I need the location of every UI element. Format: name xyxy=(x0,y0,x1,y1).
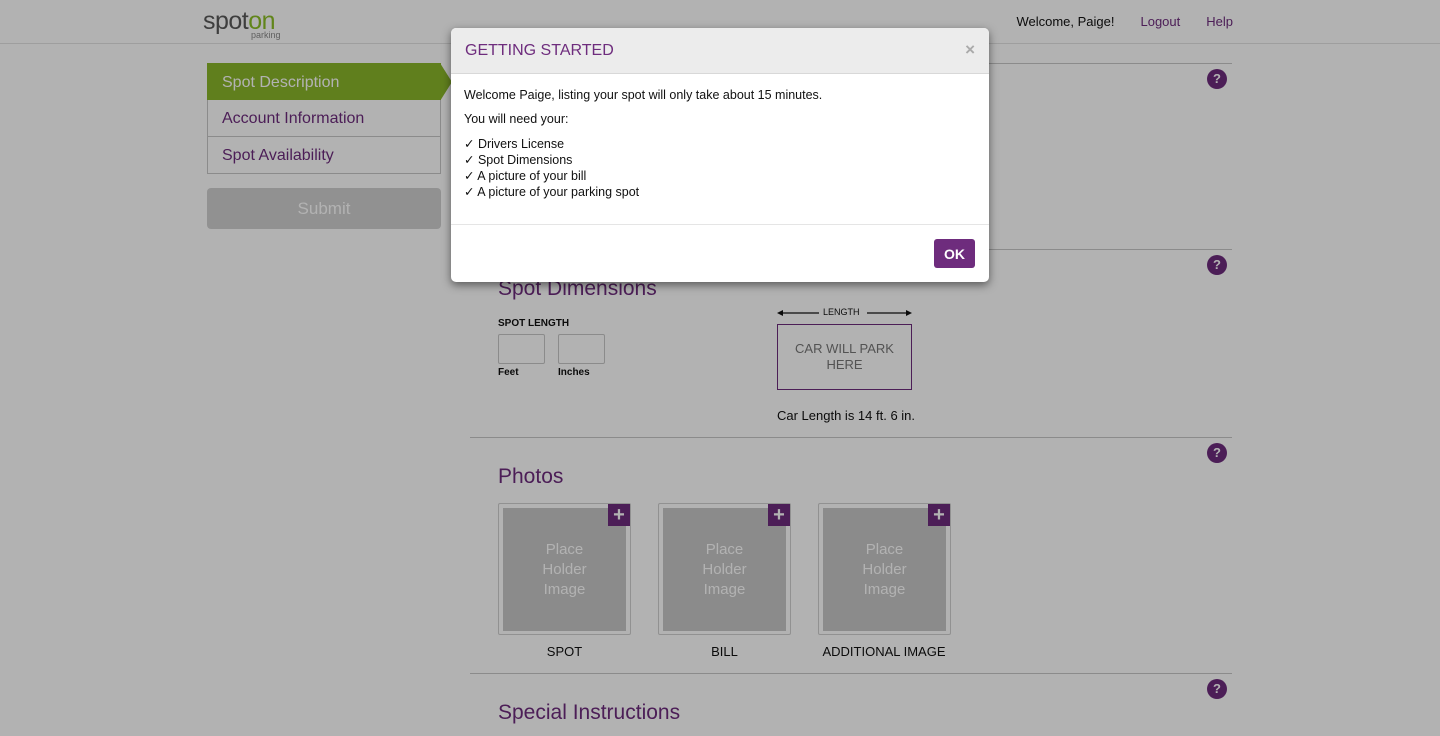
getting-started-modal: GETTING STARTED × Welcome Paige, listing… xyxy=(451,28,989,282)
modal-header: GETTING STARTED × xyxy=(451,28,989,74)
checklist-item: ✓ A picture of your parking spot xyxy=(464,185,640,199)
modal-intro: Welcome Paige, listing your spot will on… xyxy=(464,88,823,102)
modal-body: Welcome Paige, listing your spot will on… xyxy=(451,74,989,225)
modal-title: GETTING STARTED xyxy=(465,42,614,59)
checklist-item: ✓ Spot Dimensions xyxy=(464,153,573,167)
close-icon[interactable]: × xyxy=(965,40,975,60)
checklist-item: ✓ A picture of your bill xyxy=(464,169,587,183)
requirements-checklist: ✓ Drivers License ✓ Spot Dimensions ✓ A … xyxy=(464,136,976,200)
ok-button[interactable]: OK xyxy=(934,239,975,268)
modal-footer: OK xyxy=(451,225,989,282)
checklist-item: ✓ Drivers License xyxy=(464,137,565,151)
modal-need-label: You will need your: xyxy=(464,112,569,126)
